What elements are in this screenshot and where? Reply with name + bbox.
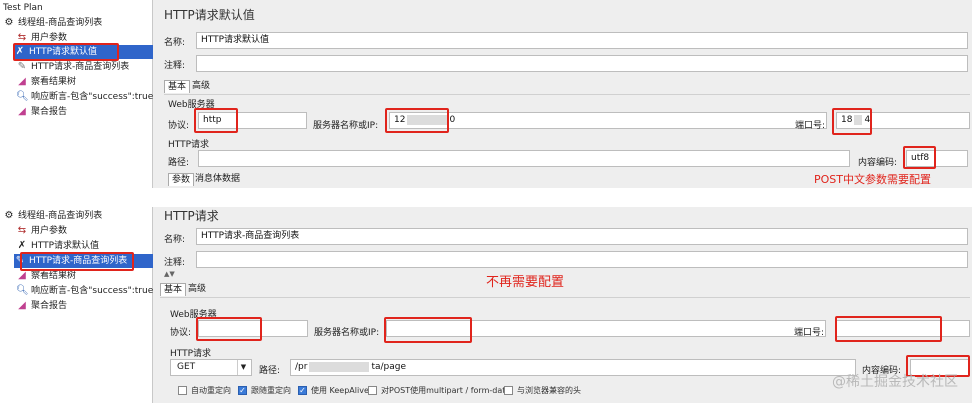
browser-compatible-headers-checkbox[interactable]: 与浏览器兼容的头 xyxy=(504,385,581,396)
web-server-section-label: Web服务器 xyxy=(170,310,217,320)
path-label: 路径: xyxy=(168,158,190,168)
test-plan-tree: Test Plan ⚙ 线程组-商品查询列表 ⇆ 用户参数 ✗ HTTP请求默认值 ✎… xyxy=(0,0,153,188)
user-params-icon: ⇆ xyxy=(17,225,27,236)
server-label: 服务器名称或IP: xyxy=(313,121,379,131)
http-defaults-icon: ✗ xyxy=(15,46,25,57)
annotation-note: 不再需要配置 xyxy=(486,275,565,290)
bottom-screenshot: ⚙ 线程组-商品查询列表 ⇆ 用户参数 ✗ HTTP请求默认值 ✎ HTTP请求-商品查… xyxy=(0,207,972,403)
name-label: 名称: xyxy=(164,235,186,245)
tab-advanced[interactable]: 高级 xyxy=(189,80,213,93)
comment-label: 注释: xyxy=(164,61,186,71)
path-label: 路径: xyxy=(259,366,281,376)
aggregate-report-icon: ◢ xyxy=(18,106,26,117)
encoding-label: 内容编码: xyxy=(858,158,898,168)
protocol-label: 协议: xyxy=(168,121,190,131)
tab-advanced[interactable]: 高级 xyxy=(185,283,209,296)
comment-input[interactable] xyxy=(196,251,968,268)
http-sampler-icon: ✎ xyxy=(17,61,27,72)
redacted-segment xyxy=(854,114,863,125)
checkbox-icon xyxy=(504,386,513,395)
tree-item-http-defaults[interactable]: ✗ HTTP请求默认值 xyxy=(14,45,153,59)
keepalive-checkbox[interactable]: ✓ 使用 KeepAlive xyxy=(298,385,369,396)
protocol-label: 协议: xyxy=(170,328,192,338)
results-tree-icon: ◢ xyxy=(18,76,26,87)
name-input[interactable]: HTTP请求-商品查询列表 xyxy=(196,228,968,245)
tree-item-thread-group[interactable]: ⚙ 线程组-商品查询列表 xyxy=(3,209,103,223)
encoding-input[interactable]: utf8 xyxy=(906,150,968,167)
redacted-segment xyxy=(407,114,448,125)
port-input[interactable] xyxy=(836,320,970,337)
tab-basic[interactable]: 基本 xyxy=(160,283,187,296)
assertion-icon: 🔍︎ xyxy=(16,285,29,296)
http-defaults-panel: HTTP请求默认值 名称: HTTP请求默认值 注释: 基本 高级 Web服务器… xyxy=(154,0,972,188)
method-select[interactable]: GET ▼ xyxy=(170,359,252,376)
server-input[interactable]: 12 0 xyxy=(389,112,827,129)
checkbox-icon xyxy=(178,386,187,395)
path-input[interactable]: /pr ta/page xyxy=(290,359,856,376)
path-input[interactable] xyxy=(198,150,850,167)
tab-divider xyxy=(164,94,970,95)
comment-label: 注释: xyxy=(164,258,186,268)
multipart-checkbox[interactable]: 对POST使用multipart / form-data xyxy=(368,385,510,396)
user-params-icon: ⇆ xyxy=(17,32,27,43)
tree-item-user-params[interactable]: ⇆ 用户参数 xyxy=(16,224,67,238)
watermark: @稀土掘金技术社区 xyxy=(832,374,958,390)
checkmark-icon: ✓ xyxy=(238,386,247,395)
comment-input[interactable] xyxy=(196,55,968,72)
port-label: 端口号: xyxy=(794,328,825,338)
port-input[interactable]: 18 4 xyxy=(836,112,970,129)
server-label: 服务器名称或IP: xyxy=(314,328,380,338)
results-tree-icon: ◢ xyxy=(18,270,26,281)
thread-group-icon: ⚙ xyxy=(4,210,14,221)
tree-item-assertion[interactable]: 🔍︎ 响应断言-包含"success":true xyxy=(16,90,153,104)
tree-item-http-sampler[interactable]: ✎ HTTP请求-商品查询列表 xyxy=(14,254,153,268)
top-screenshot: Test Plan ⚙ 线程组-商品查询列表 ⇆ 用户参数 ✗ HTTP请求默认值 ✎… xyxy=(0,0,972,188)
web-server-section-label: Web服务器 xyxy=(168,100,215,110)
panel-title: HTTP请求 xyxy=(164,209,219,223)
port-label: 端口号: xyxy=(795,121,826,131)
test-plan-tree: ⚙ 线程组-商品查询列表 ⇆ 用户参数 ✗ HTTP请求默认值 ✎ HTTP请求-商品查… xyxy=(0,207,153,403)
checkbox-icon xyxy=(368,386,377,395)
tab-basic[interactable]: 基本 xyxy=(164,80,191,93)
http-sampler-icon: ✎ xyxy=(15,255,25,266)
screenshot-gap xyxy=(0,188,972,207)
tree-root[interactable]: Test Plan xyxy=(3,1,43,15)
redacted-segment xyxy=(309,361,370,372)
collapse-arrows-icon[interactable]: ▲▼ xyxy=(164,270,175,278)
tree-item-aggregate-report[interactable]: ◢ 聚合报告 xyxy=(16,105,67,119)
tree-item-http-sampler[interactable]: ✎ HTTP请求-商品查询列表 xyxy=(16,60,129,74)
auto-redirect-checkbox[interactable]: 自动重定向 xyxy=(178,385,231,396)
name-label: 名称: xyxy=(164,38,186,48)
subtab-body-data[interactable]: 消息体数据 xyxy=(192,173,243,186)
http-section-label: HTTP请求 xyxy=(168,140,210,150)
tree-item-results-tree[interactable]: ◢ 察看结果树 xyxy=(16,269,76,283)
name-input[interactable]: HTTP请求默认值 xyxy=(196,32,968,49)
protocol-input[interactable]: http xyxy=(198,112,307,129)
tree-item-assertion[interactable]: 🔍︎ 响应断言-包含"success":true xyxy=(16,284,153,298)
tree-item-http-defaults[interactable]: ✗ HTTP请求默认值 xyxy=(16,239,99,253)
follow-redirect-checkbox[interactable]: ✓ 跟随重定向 xyxy=(238,385,291,396)
tree-item-aggregate-report[interactable]: ◢ 聚合报告 xyxy=(16,299,67,313)
http-defaults-icon: ✗ xyxy=(17,240,27,251)
thread-group-icon: ⚙ xyxy=(4,17,14,28)
tree-item-thread-group[interactable]: ⚙ 线程组-商品查询列表 xyxy=(3,16,103,30)
protocol-input[interactable] xyxy=(198,320,308,337)
assertion-icon: 🔍︎ xyxy=(16,91,29,102)
tree-item-user-params[interactable]: ⇆ 用户参数 xyxy=(16,31,67,45)
annotation-note: POST中文参数需要配置 xyxy=(814,173,931,186)
server-input[interactable] xyxy=(386,320,826,337)
checkmark-icon: ✓ xyxy=(298,386,307,395)
tree-item-results-tree[interactable]: ◢ 察看结果树 xyxy=(16,75,76,89)
http-section-label: HTTP请求 xyxy=(170,349,212,359)
panel-title: HTTP请求默认值 xyxy=(164,8,255,22)
subtab-params[interactable]: 参数 xyxy=(168,173,195,186)
chevron-down-icon: ▼ xyxy=(237,360,249,375)
tab-divider xyxy=(160,297,970,298)
aggregate-report-icon: ◢ xyxy=(18,300,26,311)
